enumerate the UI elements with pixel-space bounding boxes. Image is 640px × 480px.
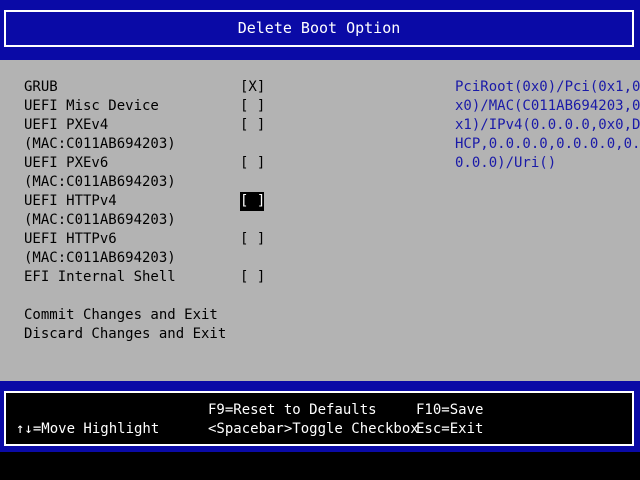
help-text-line: x0)/MAC(C011AB694203,0 (455, 98, 640, 114)
checkbox-grub[interactable]: [X] (240, 78, 265, 97)
option-label-uefi-pxev4[interactable]: UEFI PXEv4 (24, 116, 108, 135)
option-sublabel-uefi-pxev6: (MAC:C011AB694203) (24, 174, 176, 190)
discard-changes-button[interactable]: Discard Changes and Exit (24, 325, 226, 344)
help-text-line: PciRoot(0x0)/Pci(0x1,0 (455, 79, 640, 95)
save-hint: F10=Save (416, 402, 484, 418)
option-sublabel-uefi-httpv4: (MAC:C011AB694203) (24, 212, 176, 228)
page-title: Delete Boot Option (4, 10, 634, 47)
option-sublabel-uefi-pxev4: (MAC:C011AB694203) (24, 136, 176, 152)
help-text-line: HCP,0.0.0.0,0.0.0.0,0. (455, 136, 640, 152)
help-text-line: 0.0.0)/Uri() (455, 155, 557, 171)
key-help-box: F9=Reset to Defaults F10=Save ↑↓=Move Hi… (4, 391, 634, 446)
option-label-grub[interactable]: GRUB (24, 78, 58, 97)
checkbox-efi-internal-shell[interactable]: [ ] (240, 268, 265, 287)
option-label-uefi-misc-device[interactable]: UEFI Misc Device (24, 97, 159, 116)
option-label-uefi-httpv6[interactable]: UEFI HTTPv6 (24, 230, 117, 249)
toggle-checkbox-hint: <Spacebar>Toggle Checkbox (208, 421, 419, 437)
checkbox-uefi-pxev6[interactable]: [ ] (240, 154, 265, 173)
option-label-uefi-pxev6[interactable]: UEFI PXEv6 (24, 154, 108, 173)
checkbox-uefi-misc-device[interactable]: [ ] (240, 97, 265, 116)
main-panel: GRUB [X] UEFI Misc Device [ ] UEFI PXEv4… (0, 60, 640, 381)
option-label-uefi-httpv4[interactable]: UEFI HTTPv4 (24, 192, 117, 211)
help-text-line: x1)/IPv4(0.0.0.0,0x0,D (455, 117, 640, 133)
checkbox-uefi-httpv6[interactable]: [ ] (240, 230, 265, 249)
option-sublabel-uefi-httpv6: (MAC:C011AB694203) (24, 250, 176, 266)
move-highlight-hint: ↑↓=Move Highlight (16, 421, 160, 437)
checkbox-uefi-pxev4[interactable]: [ ] (240, 116, 265, 135)
reset-defaults-hint: F9=Reset to Defaults (208, 402, 377, 418)
option-label-efi-internal-shell[interactable]: EFI Internal Shell (24, 268, 176, 287)
checkbox-uefi-httpv4-highlighted[interactable]: [ ] (240, 192, 265, 211)
exit-hint: Esc=Exit (416, 421, 484, 437)
commit-changes-button[interactable]: Commit Changes and Exit (24, 306, 218, 325)
